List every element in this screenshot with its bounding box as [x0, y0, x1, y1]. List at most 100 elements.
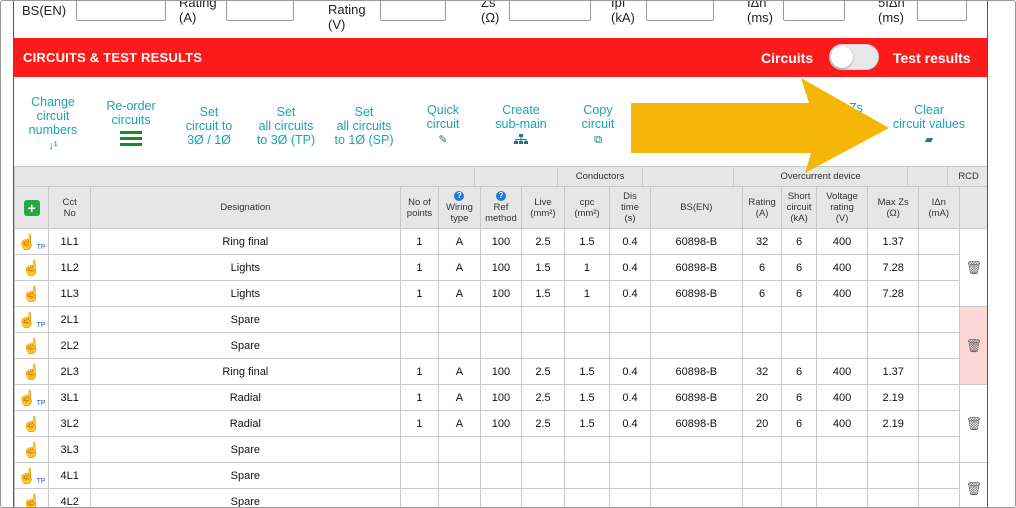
wiring-type-cell[interactable]: A [438, 228, 481, 255]
voltage-cell[interactable]: 400 [815, 228, 869, 255]
no-points-cell[interactable]: 1 [399, 228, 440, 255]
no-points-cell[interactable]: 1 [399, 384, 440, 411]
no-points-cell[interactable]: 1 [399, 280, 440, 307]
cpc-size-cell[interactable] [563, 436, 611, 463]
max-zs-cell[interactable] [867, 436, 920, 463]
short-circuit-cell[interactable] [781, 436, 817, 463]
circuit-number[interactable]: 2L3 [48, 358, 91, 385]
zs-input[interactable] [509, 1, 591, 21]
no-points-cell[interactable]: 1 [399, 254, 440, 281]
wiring-type-cell[interactable] [438, 436, 481, 463]
5idn-ms-input[interactable] [917, 1, 967, 21]
max-zs-cell[interactable]: 7.28 [867, 254, 920, 281]
cpc-size-cell[interactable]: 1.5 [563, 410, 611, 437]
circuit-number[interactable]: 2L1 [48, 306, 91, 333]
dis-time-cell[interactable]: 0.4 [609, 280, 651, 307]
ref-method-cell[interactable] [479, 462, 523, 489]
hand-pointer-icon[interactable]: ☝ [22, 337, 41, 355]
wiring-type-cell[interactable] [438, 306, 481, 333]
cpc-size-cell[interactable] [563, 462, 611, 489]
live-size-cell[interactable]: 2.5 [521, 228, 565, 255]
no-points-cell[interactable] [399, 332, 440, 359]
voltage-cell[interactable] [815, 488, 869, 507]
rating-cell[interactable]: 6 [741, 280, 783, 307]
live-size-cell[interactable] [521, 488, 565, 507]
circuit-number[interactable]: 1L3 [48, 280, 91, 307]
bsen-input[interactable] [76, 1, 166, 21]
ref-method-cell[interactable]: 100 [479, 254, 523, 281]
set-circuit-3to1-button[interactable]: Set circuit to 3Ø / 1Ø [179, 105, 239, 147]
idn-ms-input[interactable] [783, 1, 845, 21]
no-points-cell[interactable]: 1 [399, 410, 440, 437]
designation-cell[interactable]: Spare [89, 462, 401, 489]
copy-circuit-button[interactable]: Copy circuit ⧉ [575, 103, 621, 146]
row-select-cell[interactable]: ☝TP [14, 306, 50, 333]
voltage-cell[interactable] [815, 306, 869, 333]
wiring-type-cell[interactable]: A [438, 358, 481, 385]
cpc-size-cell[interactable] [563, 332, 611, 359]
row-select-cell[interactable]: ☝ [14, 410, 50, 437]
ref-method-cell[interactable]: 100 [479, 384, 523, 411]
hand-pointer-icon[interactable]: ☝ [22, 441, 41, 459]
change-circuit-numbers-button[interactable]: Change circuit numbers ↓¹ [22, 95, 84, 152]
designation-cell[interactable]: Lights [89, 280, 401, 307]
circuit-number[interactable]: 1L2 [48, 254, 91, 281]
help-icon[interactable]: ? [454, 191, 465, 201]
wiring-type-cell[interactable] [438, 462, 481, 489]
live-size-cell[interactable]: 2.5 [521, 410, 565, 437]
max-zs-cell[interactable]: 1.37 [867, 358, 920, 385]
max-zs-cell[interactable] [867, 306, 920, 333]
circuit-number[interactable]: 3L3 [48, 436, 91, 463]
live-size-cell[interactable]: 1.5 [521, 280, 565, 307]
ref-method-cell[interactable] [479, 306, 523, 333]
dis-time-cell[interactable]: 0.4 [609, 254, 651, 281]
rating-cell[interactable]: 20 [741, 410, 783, 437]
trash-icon[interactable]: 🗑 [965, 416, 982, 431]
designation-cell[interactable]: Spare [89, 488, 401, 507]
idn-cell[interactable] [918, 436, 960, 463]
row-select-cell[interactable]: ☝ [14, 254, 50, 281]
circuit-number[interactable]: 3L2 [48, 410, 91, 437]
designation-cell[interactable]: Spare [89, 306, 401, 333]
row-select-cell[interactable]: ☝TP [14, 228, 50, 255]
ref-method-cell[interactable]: 100 [479, 410, 523, 437]
idn-cell[interactable] [918, 254, 960, 281]
row-select-cell[interactable]: ☝ [14, 358, 50, 385]
designation-cell[interactable]: Lights [89, 254, 401, 281]
rating-cell[interactable]: 20 [741, 384, 783, 411]
max-zs-cell[interactable]: 2.19 [867, 384, 920, 411]
dis-time-cell[interactable] [609, 436, 651, 463]
designation-cell[interactable]: Spare [89, 436, 401, 463]
live-size-cell[interactable]: 2.5 [521, 358, 565, 385]
no-points-cell[interactable]: 1 [399, 358, 440, 385]
rating-cell[interactable]: 32 [741, 228, 783, 255]
row-select-cell[interactable]: ☝TP [14, 462, 50, 489]
idn-cell[interactable] [918, 488, 960, 507]
rating-cell[interactable] [741, 306, 783, 333]
short-circuit-cell[interactable]: 6 [781, 228, 817, 255]
wiring-type-cell[interactable]: A [438, 254, 481, 281]
bsen-cell[interactable]: 60898-B [649, 410, 743, 437]
max-zs-cell[interactable]: 7.28 [867, 280, 920, 307]
hand-pointer-icon[interactable]: ☝ [18, 467, 37, 485]
max-zs-cell[interactable]: 2.19 [867, 410, 920, 437]
set-all-tp-button[interactable]: Set all circuits to 3Ø (TP) [254, 105, 318, 147]
row-select-cell[interactable]: ☝ [14, 280, 50, 307]
ref-method-cell[interactable]: 100 [479, 358, 523, 385]
idn-cell[interactable] [918, 228, 960, 255]
voltage-cell[interactable] [815, 462, 869, 489]
circuit-number[interactable]: 4L1 [48, 462, 91, 489]
reorder-circuits-button[interactable]: Re-order circuits [102, 99, 160, 149]
bsen-cell[interactable] [649, 488, 743, 507]
wiring-type-cell[interactable]: A [438, 410, 481, 437]
voltage-cell[interactable]: 400 [815, 384, 869, 411]
dis-time-cell[interactable] [609, 332, 651, 359]
rating-a-input[interactable] [226, 1, 294, 21]
row-select-cell[interactable]: ☝ [14, 332, 50, 359]
cpc-size-cell[interactable]: 1.5 [563, 358, 611, 385]
ipf-input[interactable] [646, 1, 714, 21]
rating-cell[interactable]: 6 [741, 254, 783, 281]
dis-time-cell[interactable]: 0.4 [609, 358, 651, 385]
toggle-circuits-label[interactable]: Circuits [761, 50, 813, 66]
cpc-size-cell[interactable] [563, 488, 611, 507]
